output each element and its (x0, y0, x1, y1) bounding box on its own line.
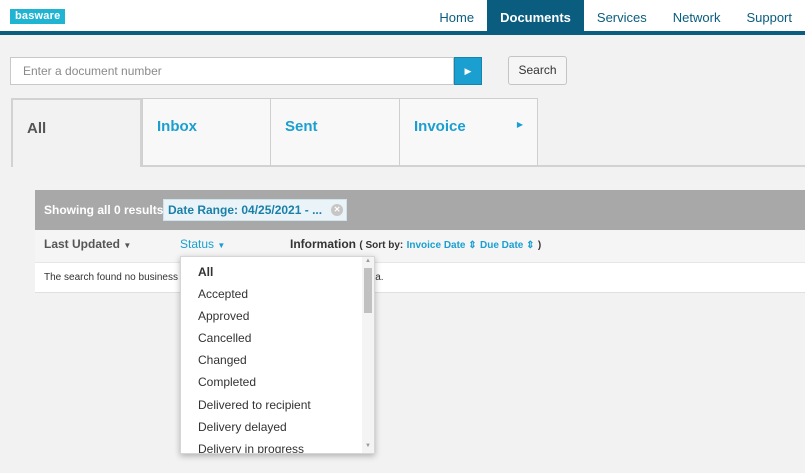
basware-logo[interactable]: basware (10, 9, 66, 24)
tab-sent[interactable]: Sent (270, 98, 400, 166)
caret-right-icon: ▶ (516, 120, 523, 129)
sort-by-label: ( Sort by: (359, 240, 404, 251)
status-option-approved[interactable]: Approved (198, 309, 249, 323)
no-results-message: The search found no business (44, 272, 178, 283)
status-option-cancelled[interactable]: Cancelled (198, 331, 251, 345)
sort-invoice-date-label: Invoice Date (406, 240, 466, 251)
tab-all[interactable]: All (11, 98, 142, 167)
sort-updown-icon: ⇕ (526, 240, 535, 251)
last-updated-label: Last Updated (44, 237, 121, 251)
document-number-input[interactable] (10, 57, 454, 85)
status-option-changed[interactable]: Changed (198, 353, 247, 367)
caret-right-icon: ▶ (464, 66, 472, 76)
tab-all-label: All (27, 120, 47, 137)
status-option-all[interactable]: All (198, 265, 213, 279)
status-dropdown[interactable]: All Accepted Approved Cancelled Changed … (180, 256, 375, 454)
nav-home[interactable]: Home (426, 0, 487, 35)
status-option-accepted[interactable]: Accepted (198, 287, 248, 301)
top-bar: basware Home Documents Services Network … (0, 0, 805, 35)
nav-support[interactable]: Support (733, 0, 805, 35)
scrollbar-thumb[interactable] (364, 268, 372, 313)
tab-invoice[interactable]: Invoice ▶ (399, 98, 538, 166)
caret-down-icon: ▼ (217, 241, 226, 250)
status-label: Status (180, 237, 215, 251)
dropdown-scrollbar[interactable]: ▲ ▼ (362, 257, 374, 453)
scroll-down-icon[interactable]: ▼ (365, 443, 371, 449)
status-option-delivery-in-progress[interactable]: Delivery in progress (198, 442, 304, 453)
tab-inbox[interactable]: Inbox (142, 98, 271, 166)
nav-services[interactable]: Services (584, 0, 660, 35)
tab-invoice-label: Invoice (414, 118, 466, 135)
results-summary: Showing all 0 results (44, 203, 164, 217)
sort-due-date-label: Due Date (480, 240, 524, 251)
nav-network[interactable]: Network (660, 0, 734, 35)
caret-down-icon: ▼ (123, 241, 132, 250)
nav-documents[interactable]: Documents (487, 0, 584, 35)
main-nav: Home Documents Services Network Support (426, 0, 805, 35)
sort-due-date-link[interactable]: Due Date ⇕ (480, 240, 535, 251)
close-icon[interactable]: ✕ (331, 204, 344, 216)
sort-updown-icon: ⇕ (468, 240, 477, 251)
tab-sent-label: Sent (285, 118, 318, 135)
status-option-completed[interactable]: Completed (198, 375, 256, 389)
last-updated-sort[interactable]: Last Updated ▼ (44, 237, 131, 251)
no-results-row: The search found no business ia. (35, 262, 805, 293)
date-range-filter-chip[interactable]: Date Range: 04/25/2021 - ... ✕ (163, 199, 348, 221)
status-filter-toggle[interactable]: Status ▼ (180, 237, 225, 251)
column-header-row: Last Updated ▼ Status ▼ Information ( So… (35, 230, 805, 262)
search-button[interactable]: Search (508, 56, 567, 85)
tab-divider (142, 165, 805, 167)
sort-invoice-date-link[interactable]: Invoice Date ⇕ (407, 240, 477, 251)
sort-close-paren: ) (537, 240, 542, 251)
status-option-delivered-to-recipient[interactable]: Delivered to recipient (198, 398, 311, 412)
scroll-up-icon[interactable]: ▲ (365, 258, 371, 264)
information-header: Information ( Sort by: Invoice Date ⇕ Du… (290, 237, 541, 251)
status-option-delivery-delayed[interactable]: Delivery delayed (198, 420, 287, 434)
search-go-button[interactable]: ▶ (454, 57, 482, 85)
results-bar: Showing all 0 results Date Range: 04/25/… (35, 190, 805, 230)
tab-inbox-label: Inbox (157, 118, 197, 135)
information-label: Information (290, 237, 356, 251)
date-range-label: Date Range: 04/25/2021 - ... (168, 203, 323, 217)
